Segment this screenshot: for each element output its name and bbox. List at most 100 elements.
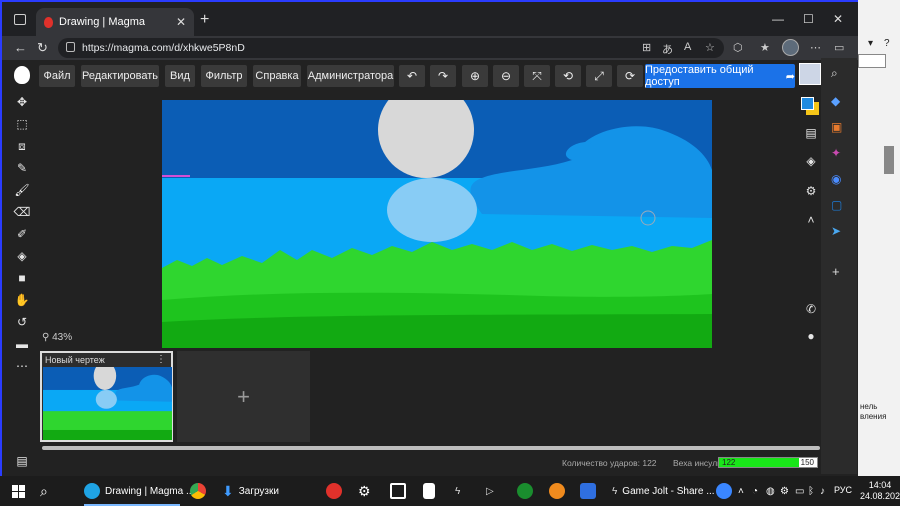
taskbar-gamejolt[interactable]: ϟ Game Jolt - Share ... — [612, 482, 715, 500]
profile-avatar[interactable] — [782, 39, 799, 56]
shopping-icon[interactable]: ▣ — [831, 120, 842, 134]
document-icon[interactable] — [423, 482, 435, 500]
side-scroll-thumb[interactable] — [884, 146, 894, 174]
add-drawing-button[interactable]: + — [177, 351, 310, 442]
phone-call-icon[interactable]: ✆ — [803, 301, 819, 317]
selection-tool-icon[interactable]: ⬚ — [14, 116, 30, 132]
reload-icon[interactable]: ↻ — [37, 40, 48, 56]
start-windows-icon[interactable] — [12, 482, 25, 500]
url-field[interactable]: https://magma.com/d/xhkwe5P8nD — [58, 38, 724, 58]
blue-app-icon[interactable] — [580, 482, 596, 500]
chrome-icon[interactable] — [190, 482, 206, 500]
read-aloud-icon[interactable]: A — [684, 41, 691, 53]
hand-tool-icon[interactable]: ✋ — [14, 292, 30, 308]
favorites-icon[interactable]: ★ — [760, 41, 770, 54]
minimize-button[interactable]: — — [772, 12, 784, 26]
menu-view[interactable]: Вид — [165, 65, 195, 87]
smudge-tool-icon[interactable]: ✐ — [14, 226, 30, 242]
chat-bubble-icon[interactable]: ● — [803, 328, 819, 344]
back-arrow-icon[interactable]: ← — [14, 40, 27, 55]
color-swatches[interactable] — [801, 97, 819, 115]
help-icon[interactable]: ? — [884, 38, 890, 49]
comment-tool-icon[interactable]: ▬ — [14, 336, 30, 352]
copilot-icon[interactable]: ◉ — [831, 172, 841, 186]
fullscreen-icon[interactable]: ⤢ — [586, 65, 612, 87]
tab-actions-icon[interactable] — [14, 14, 26, 25]
bluetooth-icon[interactable]: ᛒ — [808, 482, 814, 500]
drawing-thumbnail[interactable]: Новый чертеж ⋮ — [40, 351, 173, 442]
redo-icon[interactable]: ↷ — [430, 65, 456, 87]
transform-tool-icon[interactable]: ⧈ — [14, 138, 30, 154]
drawing-canvas[interactable] — [162, 100, 712, 348]
sidebar-toggle-icon[interactable]: ▭ — [834, 41, 844, 54]
new-tab-button[interactable]: + — [200, 11, 209, 29]
eyedropper-tool-icon[interactable]: ✎ — [14, 160, 30, 176]
gamejolt-small-icon[interactable]: ϟ — [455, 482, 460, 500]
add-sidebar-icon[interactable]: + — [832, 264, 840, 279]
extensions-icon[interactable]: ⬡ — [733, 41, 743, 54]
help-circle-icon[interactable] — [716, 482, 732, 500]
layers-stack-icon[interactable]: ◈ — [803, 153, 819, 169]
games-icon[interactable]: ✦ — [831, 146, 841, 160]
fl-studio-icon[interactable] — [549, 482, 565, 500]
maximize-button[interactable]: ☐ — [803, 12, 814, 26]
layers-info-icon[interactable]: ▤ — [803, 125, 819, 141]
favorite-star-icon[interactable]: ☆ — [705, 41, 715, 54]
translate-icon[interactable]: あ — [662, 41, 673, 57]
close-window-button[interactable]: ✕ — [833, 12, 843, 26]
more-tools-icon[interactable]: ⋯ — [14, 358, 30, 374]
drawing-menu-icon[interactable]: ⋮ — [156, 354, 166, 365]
drawings-scrollbar[interactable] — [42, 446, 820, 450]
tray-app4-icon[interactable]: ▭ — [795, 482, 804, 500]
close-tab-icon[interactable]: ✕ — [176, 15, 186, 29]
settings-gear-icon[interactable]: ⚙ — [803, 183, 819, 199]
paint-bucket-tool-icon[interactable]: ◈ — [14, 248, 30, 264]
undo-icon[interactable]: ↶ — [399, 65, 425, 87]
language-indicator[interactable]: РУС — [834, 485, 852, 496]
volume-icon[interactable]: ♪ — [820, 482, 825, 500]
clock[interactable]: 14:04 24.08.2025 — [860, 480, 900, 502]
magma-logo[interactable] — [14, 66, 30, 84]
menu-filter[interactable]: Фильтр — [201, 65, 247, 87]
eraser-tool-icon[interactable]: ⌫ — [14, 204, 31, 220]
outlook-icon[interactable]: ▢ — [831, 198, 842, 212]
settings-app-icon[interactable]: ⚙ — [358, 482, 371, 500]
more-options-icon[interactable]: ⋯ — [810, 41, 821, 54]
reset-rotation-icon[interactable]: ⟳ — [617, 65, 643, 87]
taskbar-downloads[interactable]: ⬇ Загрузки — [222, 482, 279, 500]
tray-app1-icon[interactable]: ◔ — [752, 482, 758, 500]
rotate-tool-icon[interactable]: ↺ — [14, 314, 30, 330]
taskbar-search-icon[interactable]: ⌕ — [40, 482, 48, 500]
send-icon[interactable]: ➤ — [831, 224, 841, 238]
app-available-icon[interactable]: ⊞ — [642, 41, 651, 54]
search-icon[interactable]: ⌕ — [831, 66, 838, 81]
menu-help[interactable]: Справка — [253, 65, 301, 87]
xbox-icon[interactable] — [517, 482, 533, 500]
yandex-icon[interactable] — [326, 482, 342, 500]
move-tool-icon[interactable]: ✥ — [14, 94, 30, 110]
primary-color-swatch[interactable] — [801, 97, 814, 110]
tray-chevron-icon[interactable]: ˄ — [738, 482, 744, 500]
zoom-out-icon[interactable]: ⊖ — [493, 65, 519, 87]
tab-drawing-magma[interactable]: Drawing | Magma ✕ — [36, 8, 194, 36]
menu-edit[interactable]: Редактировать — [81, 65, 159, 87]
roblox-studio-icon[interactable] — [390, 482, 406, 500]
user-avatar[interactable] — [799, 63, 821, 85]
taskbar-browser[interactable]: Drawing | Magma ... — [84, 482, 194, 500]
side-search-field[interactable] — [858, 54, 886, 68]
fit-canvas-icon[interactable]: ⤧ — [524, 65, 550, 87]
share-button[interactable]: Предоставить общий доступ ➦ — [645, 64, 795, 88]
tag-icon[interactable]: ◆ — [831, 94, 840, 108]
rotate-view-icon[interactable]: ⟲ — [555, 65, 581, 87]
tray-app2-icon[interactable]: ◍ — [766, 482, 775, 500]
site-info-icon[interactable] — [66, 42, 75, 52]
tray-app3-icon[interactable]: ⚙ — [780, 482, 789, 500]
zoom-in-icon[interactable]: ⊕ — [462, 65, 488, 87]
brush-tool-icon[interactable]: 🖌 — [14, 182, 30, 198]
collapse-chevron-icon[interactable]: ˄ — [803, 212, 819, 228]
shape-tool-icon[interactable]: ■ — [14, 270, 30, 286]
media-player-icon[interactable]: ▷ — [486, 482, 494, 500]
chevron-down-icon[interactable]: ▾ — [868, 38, 873, 49]
menu-file[interactable]: Файл — [39, 65, 75, 87]
menu-admin[interactable]: Администратора — [307, 65, 394, 87]
